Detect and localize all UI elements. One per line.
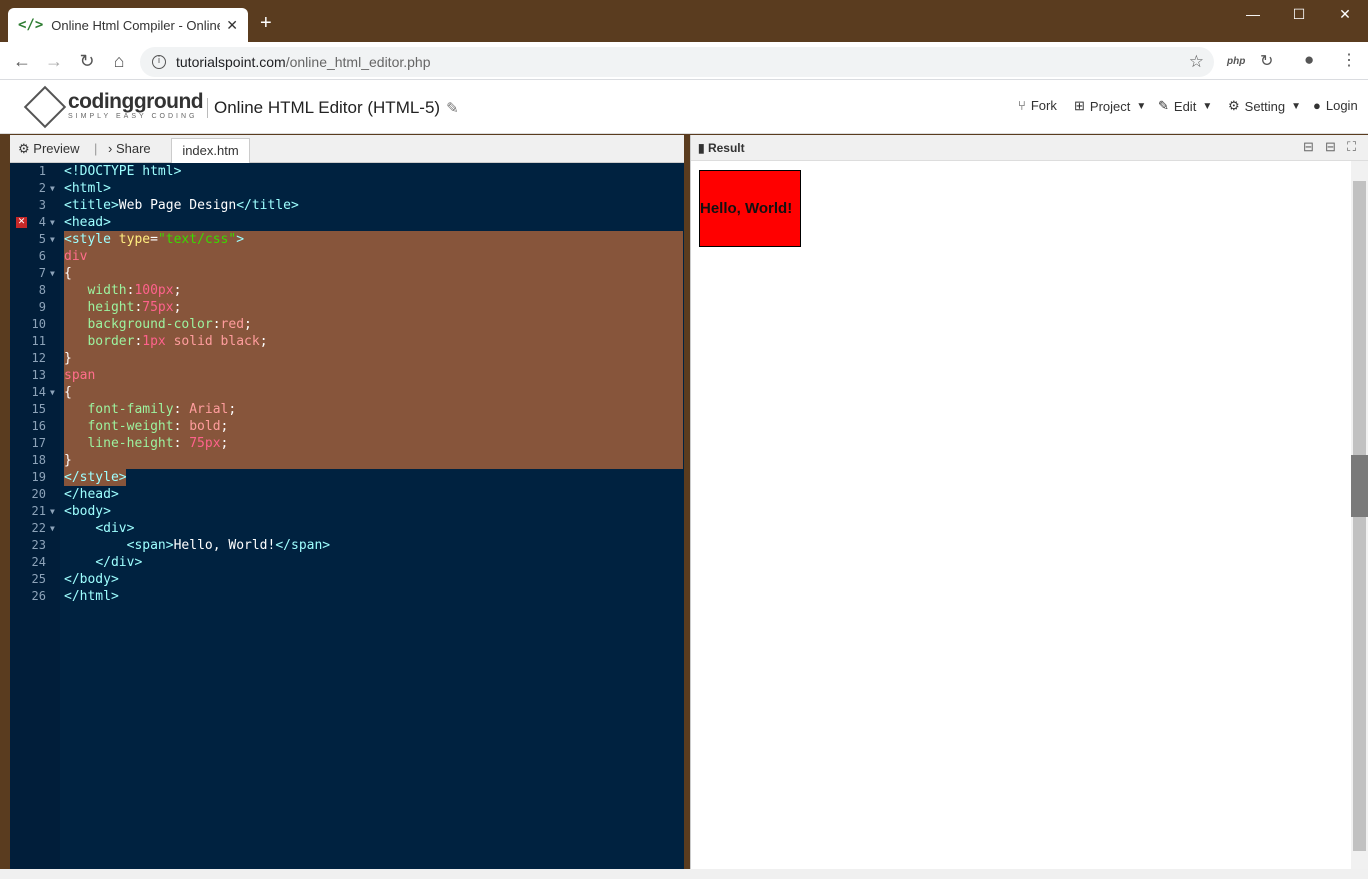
rendered-span: Hello, World!: [700, 200, 793, 217]
extension-icon[interactable]: ↻: [1260, 51, 1273, 71]
fullscreen-icon[interactable]: ⛶: [1347, 139, 1356, 155]
sitemap-icon: ⊞: [1074, 98, 1085, 113]
user-icon: ●: [1313, 98, 1321, 113]
close-tab-icon[interactable]: ✕: [226, 17, 238, 34]
result-toolbar: ▮ Result ⊟ ⊟ ⛶: [691, 135, 1368, 161]
fork-icon: ⑂: [1018, 98, 1026, 113]
editor-toolbar: ⚙ Preview | › Share index.htm: [10, 135, 684, 164]
address-bar[interactable]: i tutorialspoint.com/online_html_editor.…: [140, 47, 1214, 77]
collapse-icon[interactable]: ⊟: [1303, 139, 1314, 155]
new-tab-button[interactable]: +: [260, 13, 272, 33]
browser-tab[interactable]: </> Online Html Compiler - Online H ✕: [8, 8, 248, 42]
setting-menu[interactable]: ⚙ Setting ▼: [1228, 98, 1301, 114]
code-editor[interactable]: 1 <!DOCTYPE html> 2 ▼ <html> 3 <title>Web Pa…: [10, 163, 684, 869]
share-icon: ›: [108, 141, 113, 156]
edit-menu[interactable]: ✎ Edit ▼: [1158, 98, 1212, 114]
status-bar: [0, 869, 1368, 879]
url-text[interactable]: tutorialspoint.com/online_html_editor.ph…: [176, 54, 431, 70]
login-button[interactable]: ● Login: [1313, 98, 1358, 113]
page-title: Online HTML Editor (HTML-5) ✎: [214, 98, 459, 117]
result-scrollbar[interactable]: [1351, 161, 1368, 869]
scrollbar-thumb[interactable]: [1351, 455, 1368, 517]
profile-icon[interactable]: ●: [1304, 50, 1314, 70]
more-menu-icon[interactable]: ⋮: [1341, 50, 1357, 70]
tab-title: Online Html Compiler - Online H: [51, 17, 221, 33]
gear-icon: ⚙: [1228, 98, 1240, 113]
browser-toolbar: ← → ↻ ⌂ i tutorialspoint.com/online_html…: [0, 42, 1368, 80]
edit-title-icon[interactable]: ✎: [446, 100, 459, 117]
app-header: codingground SIMPLY EASY CODING Online H…: [0, 80, 1368, 134]
back-icon[interactable]: ←: [10, 50, 34, 72]
caret-down-icon: ▼: [1202, 100, 1213, 112]
home-icon[interactable]: ⌂: [107, 50, 131, 72]
preview-button[interactable]: ⚙ Preview: [18, 141, 80, 157]
maximize-icon[interactable]: ☐: [1276, 6, 1322, 23]
result-pane: ▮ Result ⊟ ⊟ ⛶ Hello, World!: [690, 135, 1368, 869]
code-icon: </>: [18, 17, 44, 33]
forward-icon[interactable]: →: [42, 50, 66, 72]
rendered-red-div: Hello, World!: [699, 170, 801, 247]
file-tab-index[interactable]: index.htm: [171, 138, 250, 164]
logo-mark-icon: [23, 85, 67, 129]
browser-title-bar: </> Online Html Compiler - Online H ✕ + …: [0, 0, 1368, 42]
result-label: ▮ Result: [698, 141, 745, 155]
info-icon[interactable]: i: [152, 55, 166, 69]
gear-icon: ⚙: [18, 141, 30, 156]
project-menu[interactable]: ⊞ Project ▼: [1074, 98, 1146, 114]
caret-down-icon: ▼: [1136, 100, 1147, 112]
toolbar-separator: |: [94, 141, 98, 156]
caret-down-icon: ▼: [1291, 100, 1302, 112]
logo[interactable]: codingground SIMPLY EASY CODING: [23, 85, 204, 129]
fork-button[interactable]: ⑂ Fork: [1018, 98, 1057, 113]
bar-chart-icon: ▮: [698, 141, 705, 155]
minimize-icon[interactable]: —: [1230, 6, 1276, 22]
logo-tagline: SIMPLY EASY CODING: [68, 112, 198, 120]
close-window-icon[interactable]: ✕: [1322, 6, 1368, 23]
reload-icon[interactable]: ↻: [75, 50, 99, 72]
bookmark-star-icon[interactable]: ☆: [1189, 52, 1204, 72]
header-divider: [207, 98, 208, 118]
php-extension-icon[interactable]: php: [1227, 56, 1245, 67]
logo-name: codingground: [68, 89, 204, 113]
share-button[interactable]: › Share: [108, 141, 151, 156]
restore-icon[interactable]: ⊟: [1325, 139, 1336, 155]
edit-icon: ✎: [1158, 98, 1169, 113]
